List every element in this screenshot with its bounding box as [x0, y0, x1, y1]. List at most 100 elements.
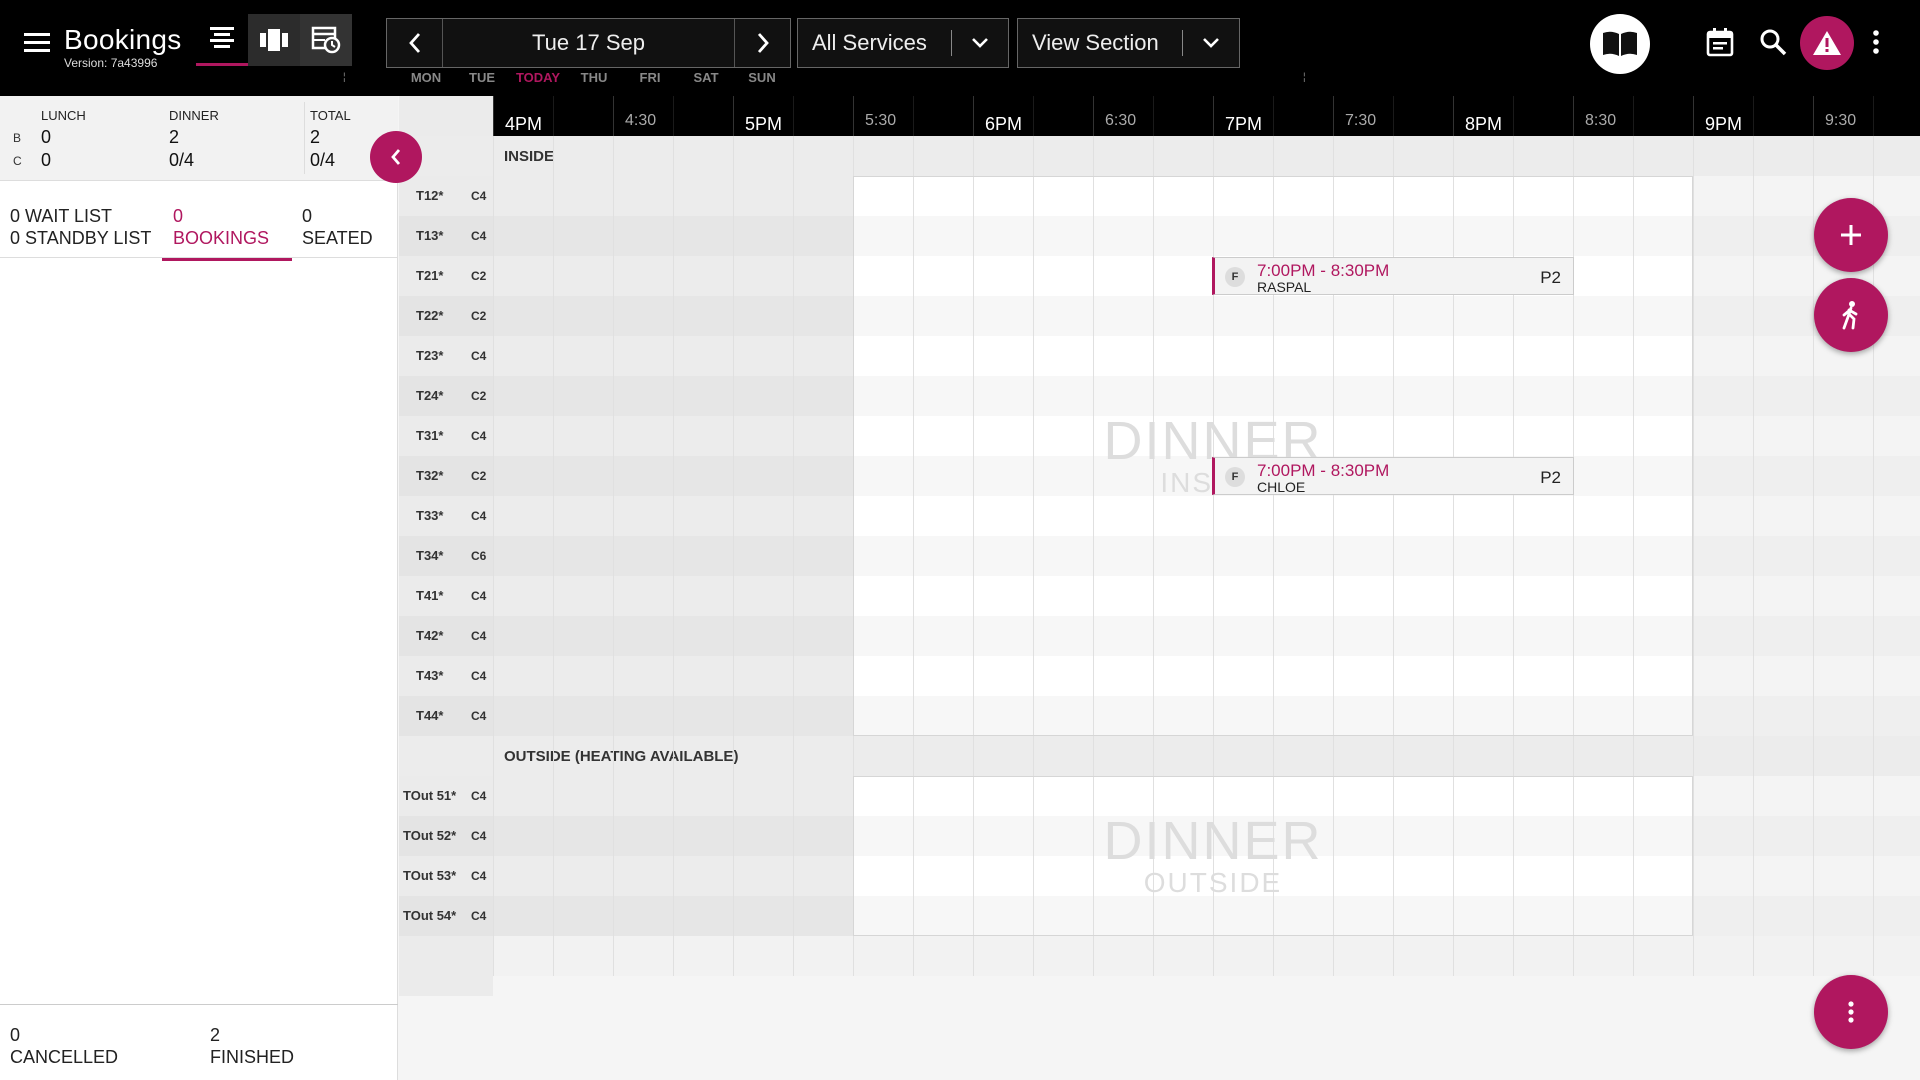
walk-in-button[interactable] — [1814, 278, 1888, 352]
calendar-button[interactable] — [1704, 26, 1736, 58]
list-view-button[interactable] — [196, 14, 248, 66]
tab-seated[interactable]: 0 SEATED — [302, 182, 392, 258]
table-row[interactable]: T31* C4 — [399, 416, 1920, 456]
tab-bookings[interactable]: 0 BOOKINGS — [173, 182, 293, 258]
day-sat[interactable]: SAT — [678, 70, 734, 85]
section-header: OUTSIDE (HEATING AVAILABLE) — [399, 736, 1920, 776]
next-day-button[interactable] — [734, 19, 790, 67]
table-name: T33* — [416, 508, 444, 523]
more-actions-button[interactable] — [1814, 975, 1888, 1049]
more-options-button[interactable] — [1860, 26, 1892, 58]
more-vert-icon — [1872, 29, 1880, 55]
table-name: T42* — [416, 628, 444, 643]
section-name: OUTSIDE (HEATING AVAILABLE) — [504, 748, 739, 765]
table-row[interactable]: T12* C4 — [399, 176, 1920, 216]
current-date[interactable]: Tue 17 Sep — [443, 30, 734, 56]
search-icon — [1759, 28, 1787, 56]
day-sun[interactable]: SUN — [734, 70, 790, 85]
table-row[interactable]: T33* C4 — [399, 496, 1920, 536]
alert-button[interactable] — [1800, 16, 1854, 70]
grid-line — [913, 136, 914, 976]
dinner-c-value: 0/4 — [169, 150, 195, 170]
minor-tick-line — [793, 96, 794, 136]
table-name: T32* — [416, 468, 444, 483]
booking-block[interactable]: F 7:00PM - 8:30PM RASPAL P2 — [1212, 257, 1574, 295]
table-capacity: C4 — [471, 189, 487, 203]
table-row[interactable]: TOut 51* C4 — [399, 776, 1920, 816]
table-row[interactable]: TOut 52* C4 — [399, 816, 1920, 856]
day-mon[interactable]: MON — [398, 70, 454, 85]
day-thu[interactable]: THU — [566, 70, 622, 85]
cancelled-count: 0 — [10, 1025, 21, 1045]
grid-line — [613, 136, 614, 976]
divider-mark: ¦ — [1303, 72, 1306, 83]
dinner-b-value: 2 — [169, 127, 180, 147]
booking-block[interactable]: F 7:00PM - 8:30PM CHLOE P2 — [1212, 457, 1574, 495]
minor-tick-line — [1153, 96, 1154, 136]
schedule-view-button[interactable] — [300, 14, 352, 66]
day-today[interactable]: TODAY — [510, 70, 566, 85]
finished-label[interactable]: FINISHED — [210, 1047, 294, 1068]
table-row[interactable]: T43* C4 — [399, 656, 1920, 696]
booking-status-badge: F — [1225, 467, 1245, 487]
half-hour-tick-label: 6:30 — [1105, 112, 1137, 129]
menu-icon[interactable] — [24, 31, 52, 55]
grid-line — [733, 136, 734, 976]
active-tab-indicator — [162, 258, 292, 261]
table-row[interactable]: TOut 54* C4 — [399, 896, 1920, 936]
table-name: TOut 53* — [403, 868, 457, 883]
add-booking-button[interactable] — [1814, 198, 1888, 272]
table-row[interactable]: TOut 53* C4 — [399, 856, 1920, 896]
table-row[interactable]: T13* C4 — [399, 216, 1920, 256]
table-row[interactable]: T44* C4 — [399, 696, 1920, 736]
grid-tail — [493, 936, 1920, 976]
cancelled-label[interactable]: CANCELLED — [10, 1047, 118, 1068]
table-row[interactable]: T41* C4 — [399, 576, 1920, 616]
booking-time: 7:00PM - 8:30PM — [1257, 261, 1390, 280]
chevron-left-icon — [389, 148, 403, 166]
hour-tick-label: 9PM — [1705, 114, 1743, 134]
time-header: 4PM 5PM 6PM 7PM 8PM 9PM 4:30 5:30 6:30 7:30 8:30 9:… — [493, 96, 1920, 136]
table-name: T44* — [416, 708, 444, 723]
table-name: T31* — [416, 428, 444, 443]
floor-view-button[interactable] — [248, 14, 300, 66]
table-name: T34* — [416, 548, 444, 563]
minor-tick-line — [1453, 96, 1454, 136]
table-row[interactable]: T23* C4 — [399, 336, 1920, 376]
day-fri[interactable]: FRI — [622, 70, 678, 85]
book-button[interactable] — [1590, 14, 1650, 74]
table-row[interactable]: T42* C4 — [399, 616, 1920, 656]
table-row[interactable]: T21* C2 — [399, 256, 1920, 296]
minor-tick-line — [1093, 96, 1094, 136]
schedule-icon — [311, 25, 341, 55]
day-tue[interactable]: TUE — [454, 70, 510, 85]
table-capacity: C6 — [471, 549, 487, 563]
grid-line — [1813, 136, 1814, 976]
more-vert-icon — [1847, 1000, 1855, 1024]
left-panel: B C LUNCH 0 0 DINNER 2 0/4 TOTAL 2 0/4 0… — [0, 96, 398, 1080]
stats-divider — [304, 102, 305, 174]
section-dropdown[interactable]: View Section — [1017, 18, 1240, 68]
collapse-panel-button[interactable] — [370, 131, 422, 183]
status-footer: 0 CANCELLED 2 FINISHED — [0, 1004, 398, 1080]
total-header: TOTAL — [310, 108, 351, 123]
grid-line — [973, 136, 974, 976]
table-row[interactable]: T34* C6 — [399, 536, 1920, 576]
table-row[interactable]: T22* C2 — [399, 296, 1920, 336]
grid-line — [493, 136, 494, 976]
prev-day-button[interactable] — [387, 19, 443, 67]
alert-icon — [1812, 30, 1842, 56]
table-name: TOut 51* — [403, 788, 457, 803]
standby-count: 0 — [10, 228, 21, 248]
search-button[interactable] — [1757, 26, 1789, 58]
table-row[interactable]: T32* C2 — [399, 456, 1920, 496]
grid-line — [1753, 136, 1754, 976]
waitlist-label: WAIT LIST — [25, 206, 113, 226]
table-row[interactable]: T24* C2 — [399, 376, 1920, 416]
lunch-header: LUNCH — [41, 108, 86, 123]
tab-waitlist[interactable]: 0 WAIT LIST 0 STANDBY LIST — [10, 182, 160, 258]
floor-view-icon — [259, 28, 289, 52]
services-dropdown[interactable]: All Services — [797, 18, 1009, 68]
app-version: Version: 7a43996 — [64, 56, 158, 70]
top-bar: Bookings Version: 7a43996 ¦ Tue 17 Sep M… — [0, 0, 1920, 96]
